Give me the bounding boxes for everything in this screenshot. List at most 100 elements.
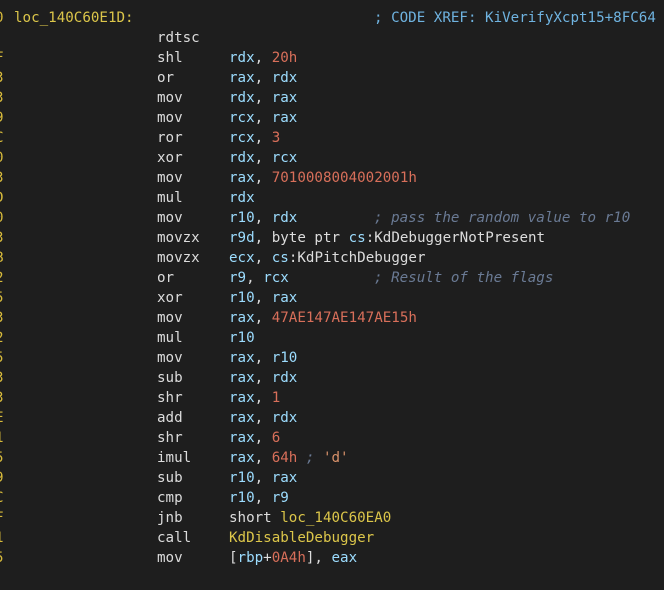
register-operand[interactable]: r10 [229,470,255,486]
register-operand[interactable]: rax [229,430,255,446]
instruction-operands[interactable]: short loc_140C60EA0 [229,508,391,528]
register-operand[interactable]: rdx [272,410,298,426]
instruction-row[interactable]: 3 movzx r9d, byte ptr cs:KdDebuggerNotPres… [0,228,664,248]
instruction-row[interactable]: 3 shr rax, 1 [0,388,664,408]
instruction-operands[interactable]: r10, rax [229,468,297,488]
instruction-mnemonic[interactable]: rdtsc [157,28,200,48]
instruction-operands[interactable]: r10 [229,328,255,348]
instruction-mnemonic[interactable]: cmp [157,488,183,508]
register-operand[interactable]: rdx [272,370,298,386]
instruction-operands[interactable]: rax, r10 [229,348,297,368]
instruction-row[interactable]: 1 shr rax, 6 [0,428,664,448]
instruction-mnemonic[interactable]: add [157,408,183,428]
instruction-row[interactable]: 3 mov rax, 7010008004002001h [0,168,664,188]
instruction-operands[interactable]: [rbp+0A4h], eax [229,548,357,568]
instruction-operands[interactable]: ecx, cs:KdPitchDebugger [229,248,425,268]
instruction-operands[interactable]: rax, 47AE147AE147AE15h [229,308,417,328]
instruction-row[interactable]: 3 mov rdx, rax [0,88,664,108]
register-operand[interactable]: ecx [229,250,255,266]
register-operand[interactable]: rax [229,170,255,186]
instruction-operands[interactable]: rax, 1 [229,388,280,408]
register-operand[interactable]: rdx [272,210,298,226]
instruction-mnemonic[interactable]: shr [157,388,183,408]
instruction-mnemonic[interactable]: xor [157,288,183,308]
code-reference[interactable]: KdDisableDebugger [229,530,374,546]
symbol-operand[interactable]: KdPitchDebugger [297,250,425,266]
register-operand[interactable]: r10 [229,290,255,306]
instruction-row[interactable]: Cror rcx, 3 [0,128,664,148]
instruction-row[interactable]: 5 xor r10, rax [0,288,664,308]
instruction-row[interactable]: 5 mov [rbp+0A4h], eax [0,548,664,568]
instruction-row[interactable]: 1 call KdDisableDebugger [0,528,664,548]
register-operand[interactable]: r9 [272,490,289,506]
instruction-row[interactable]: Fshl rdx, 20h [0,48,664,68]
instruction-row[interactable]: 0 mov r10, rdx ; pass the random value to r… [0,208,664,228]
instruction-operands[interactable]: rdx, rax [229,88,297,108]
register-operand[interactable]: rax [229,390,255,406]
register-operand[interactable]: cs [349,230,366,246]
instruction-mnemonic[interactable]: mul [157,188,183,208]
register-operand[interactable]: r10 [272,350,298,366]
label-row[interactable]: 0 loc_140C60E1D: ; CODE XREF: KiVerifyXc… [0,8,664,28]
register-operand[interactable]: rax [229,310,255,326]
instruction-mnemonic[interactable]: sub [157,368,183,388]
register-operand[interactable]: r10 [229,330,255,346]
instruction-row[interactable]: 2 mul r10 [0,328,664,348]
instruction-operands[interactable]: rax, 7010008004002001h [229,168,417,188]
instruction-operands[interactable]: KdDisableDebugger [229,528,374,548]
instruction-mnemonic[interactable]: shl [157,48,183,68]
instruction-mnemonic[interactable]: mov [157,108,183,128]
instruction-row[interactable]: Fjnb short loc_140C60EA0 [0,508,664,528]
instruction-operands[interactable]: r9d, byte ptr cs:KdDebuggerNotPresent [229,228,545,248]
instruction-mnemonic[interactable]: call [157,528,191,548]
instruction-operands[interactable]: r10, rdx [229,208,297,228]
instruction-row[interactable]: 5 imul rax, 64h ; 'd' [0,448,664,468]
instruction-row[interactable]: 9 mov rcx, rax [0,108,664,128]
register-operand[interactable]: r9 [229,270,246,286]
instruction-row[interactable]: 9 sub r10, rax [0,468,664,488]
register-operand[interactable]: rcx [229,130,255,146]
instruction-operands[interactable]: r10, rax [229,288,297,308]
instruction-mnemonic[interactable]: mov [157,88,183,108]
register-operand[interactable]: rdx [272,70,298,86]
instruction-operands[interactable]: rax, rdx [229,68,297,88]
instruction-operands[interactable]: rdx, rcx [229,148,297,168]
register-operand[interactable]: rax [229,350,255,366]
instruction-row[interactable]: 3 or rax, rdx [0,68,664,88]
register-operand[interactable]: eax [332,550,358,566]
instruction-mnemonic[interactable]: xor [157,148,183,168]
instruction-mnemonic[interactable]: or [157,68,174,88]
register-operand[interactable]: rax [272,290,298,306]
instruction-mnemonic[interactable]: movzx [157,228,200,248]
instruction-row[interactable]: Ccmp r10, r9 [0,488,664,508]
instruction-mnemonic[interactable]: mov [157,168,183,188]
register-operand[interactable]: rdx [229,150,255,166]
register-operand[interactable]: rdx [229,50,255,66]
instruction-operands[interactable]: r10, r9 [229,488,289,508]
instruction-row[interactable]: Bmovzx ecx, cs:KdPitchDebugger [0,248,664,268]
instruction-row[interactable]: 3 sub rax, rdx [0,368,664,388]
register-operand[interactable]: rax [229,450,255,466]
register-operand[interactable]: rcx [229,110,255,126]
register-operand[interactable]: rax [272,90,298,106]
instruction-mnemonic[interactable]: jnb [157,508,183,528]
register-operand[interactable]: rcx [272,150,298,166]
disassembly-listing[interactable]: 0 loc_140C60E1D: ; CODE XREF: KiVerifyXc… [0,8,664,590]
register-operand[interactable]: rax [229,370,255,386]
instruction-mnemonic[interactable]: ror [157,128,183,148]
register-operand[interactable]: rax [229,70,255,86]
instruction-operands[interactable]: rdx [229,188,255,208]
register-operand[interactable]: r9d [229,230,255,246]
instruction-operands[interactable]: rax, 64h ; 'd' [229,448,349,468]
instruction-row[interactable]: 0 xor rdx, rcx [0,148,664,168]
register-operand[interactable]: rax [272,110,298,126]
instruction-mnemonic[interactable]: mov [157,308,183,328]
instruction-operands[interactable]: rcx, rax [229,108,297,128]
code-reference[interactable]: loc_140C60EA0 [280,510,391,526]
instruction-row[interactable]: 2 or r9, rcx ; Result of the flags [0,268,664,288]
instruction-row[interactable]: 5 mov rax, r10 [0,348,664,368]
instruction-row[interactable]: rdtsc [0,28,664,48]
register-operand[interactable]: r10 [229,490,255,506]
instruction-mnemonic[interactable]: mov [157,548,183,568]
instruction-operands[interactable]: rcx, 3 [229,128,280,148]
